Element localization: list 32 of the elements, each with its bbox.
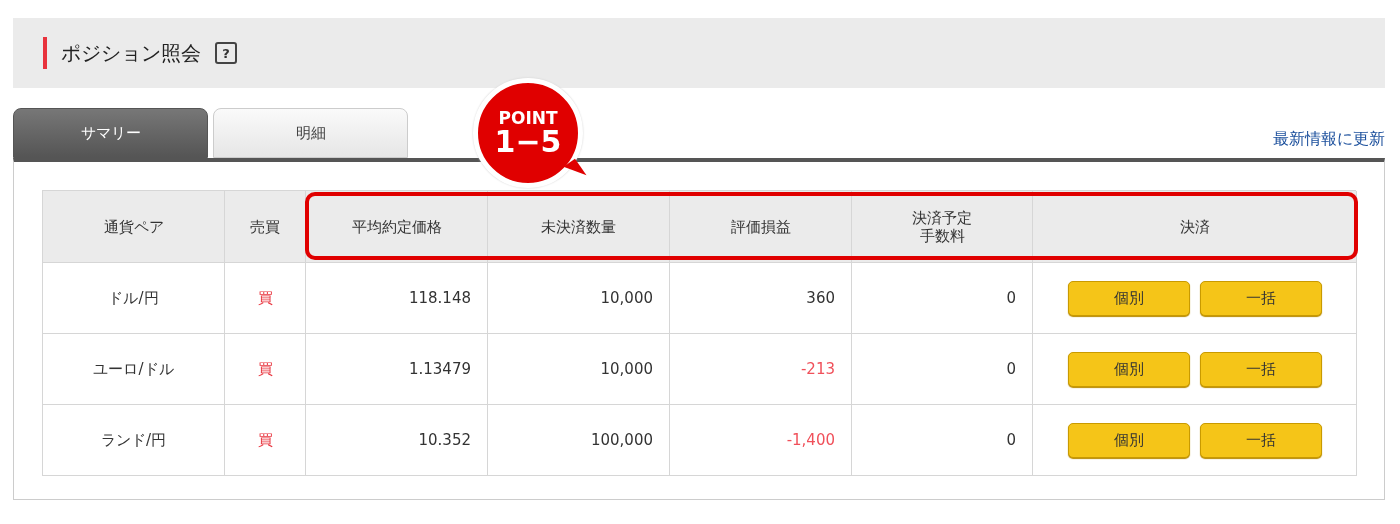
table-cell: 買: [225, 405, 306, 476]
table-cell: -1,400: [670, 405, 852, 476]
table-cell: 118.148: [306, 263, 488, 334]
table-cell: 10,000: [488, 334, 670, 405]
table-cell: 1.13479: [306, 334, 488, 405]
help-button[interactable]: ?: [215, 42, 237, 64]
tab[interactable]: サマリー: [13, 108, 208, 158]
table-cell: 10,000: [488, 263, 670, 334]
table-cell: 0: [852, 405, 1033, 476]
column-header: 売買: [225, 191, 306, 263]
table-cell: -213: [670, 334, 852, 405]
settle-button[interactable]: 個別: [1067, 280, 1190, 316]
settle-button[interactable]: 一括: [1199, 280, 1322, 316]
table-cell: ドル/円: [43, 263, 225, 334]
settle-button[interactable]: 一括: [1199, 351, 1322, 387]
table-cell: 買: [225, 334, 306, 405]
table-cell: ランド/円: [43, 405, 225, 476]
page-title: ポジション照会: [61, 39, 201, 67]
settle-button[interactable]: 個別: [1067, 351, 1190, 387]
table-cell: 0: [852, 263, 1033, 334]
settle-button[interactable]: 個別: [1067, 422, 1190, 458]
table-cell: 10.352: [306, 405, 488, 476]
refresh-link[interactable]: 最新情報に更新: [1273, 129, 1385, 158]
settle-button[interactable]: 一括: [1199, 422, 1322, 458]
table-cell: 100,000: [488, 405, 670, 476]
table-cell: 360: [670, 263, 852, 334]
column-header: 通貨ペア: [43, 191, 225, 263]
accent-bar: [43, 37, 47, 69]
table-cell: 0: [852, 334, 1033, 405]
table-cell: 買: [225, 263, 306, 334]
tab[interactable]: 明細: [213, 108, 408, 158]
table-cell: ユーロ/ドル: [43, 334, 225, 405]
